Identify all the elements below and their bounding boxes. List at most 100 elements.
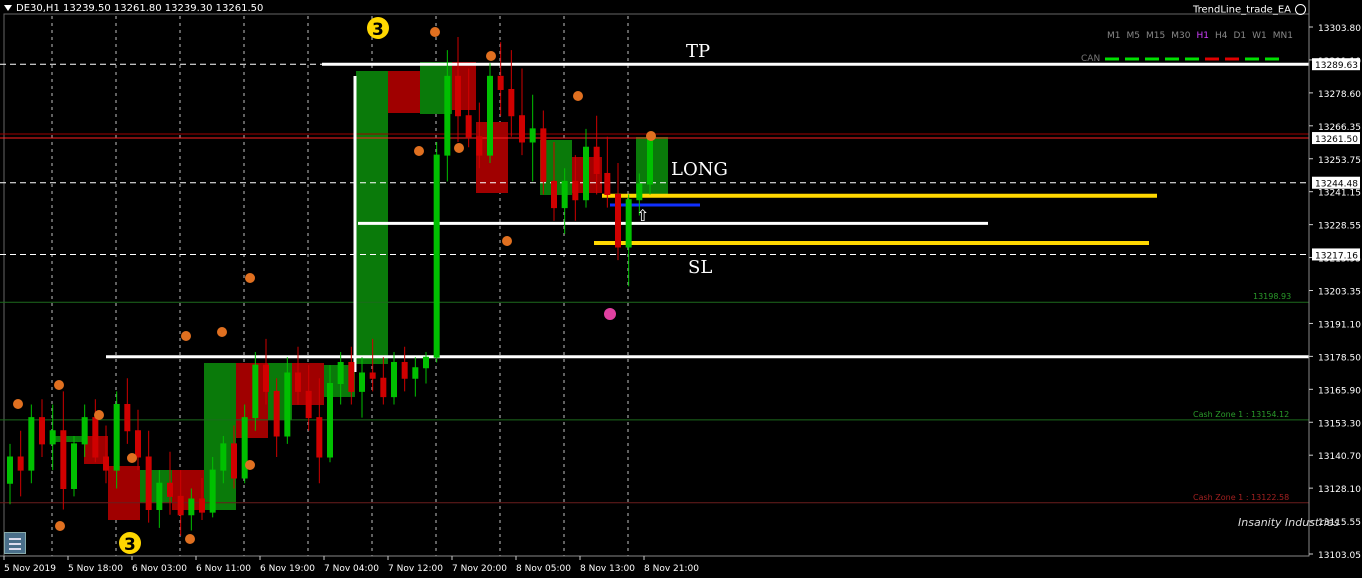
candle-body	[391, 361, 397, 398]
zone-198-label: 13198.93	[1253, 292, 1291, 301]
candle-body	[220, 443, 227, 471]
calculator-icon[interactable]	[4, 532, 26, 554]
candle-body	[28, 417, 35, 471]
candle-body	[444, 75, 451, 156]
sl-label: SL	[688, 257, 712, 278]
fractal-marker	[414, 146, 424, 156]
time-label: 7 Nov 20:00	[452, 564, 507, 574]
timeframe-m1[interactable]: M1	[1107, 31, 1121, 41]
candle-body	[401, 361, 408, 379]
smiley-icon	[1295, 4, 1306, 15]
candle-body	[263, 364, 269, 392]
timeframe-m30[interactable]: M30	[1171, 31, 1190, 41]
insanity-industries-logo: Insanity Industries	[1238, 516, 1340, 529]
ea-name[interactable]: TrendLine_trade_EA	[1193, 4, 1306, 16]
candle-body	[519, 115, 525, 143]
candle-body	[327, 382, 333, 458]
cash-zone-green-label: Cash Zone 1 : 13154.12	[1193, 410, 1289, 419]
fractal-marker	[454, 143, 464, 153]
candle-body	[529, 128, 536, 143]
time-label: 8 Nov 13:00	[580, 564, 635, 574]
long-label: LONG	[671, 159, 728, 180]
symbol-info: DE30,H1 13239.50 13261.80 13239.30 13261…	[16, 3, 264, 14]
fractal-marker	[94, 410, 104, 420]
candle-body	[305, 390, 312, 419]
candle-body	[348, 361, 355, 392]
price-highlight: 13244.48	[1315, 180, 1358, 190]
zone-block	[356, 71, 388, 364]
candle-body	[145, 456, 152, 511]
time-label: 8 Nov 21:00	[644, 564, 699, 574]
dropdown-triangle-icon[interactable]	[4, 5, 12, 11]
symbol-header[interactable]: DE30,H1 13239.50 13261.80 13239.30 13261…	[4, 3, 263, 14]
timeframe-switcher: M1 M5 M15 M30 H1 H4 D1 W1 MN1	[1107, 31, 1299, 41]
candle-body	[647, 138, 653, 185]
zone-block	[108, 466, 140, 520]
candle-body	[593, 146, 600, 174]
zone-block	[204, 363, 236, 510]
candle-body	[231, 443, 237, 479]
time-label: 5 Nov 18:00	[68, 564, 123, 574]
timeframe-m5[interactable]: M5	[1127, 31, 1141, 41]
price-highlight: 13261.50	[1315, 135, 1358, 145]
candle-body	[465, 115, 472, 138]
candle-body	[92, 417, 99, 458]
time-label: 5 Nov 2019	[4, 564, 56, 574]
candles	[7, 36, 653, 536]
time-label: 6 Nov 11:00	[196, 564, 251, 574]
fractal-marker	[486, 51, 496, 61]
candle-body	[476, 136, 483, 156]
price-label: 13266.35	[1318, 123, 1361, 133]
candle-body	[71, 443, 77, 490]
price-label: 13103.05	[1318, 551, 1361, 561]
fractal-marker	[55, 521, 65, 531]
candle-body	[39, 417, 45, 445]
price-axis: 13303.8013291.1013278.6013266.3513253.75…	[1308, 0, 1361, 561]
price-chart[interactable]: TP LONG SL 3 3 ⇧ 13198.93 Cash Zone 1 : …	[0, 0, 1362, 578]
wave-bottom-number: 3	[124, 535, 136, 555]
price-label: 13140.70	[1318, 452, 1361, 462]
fractal-marker	[573, 91, 583, 101]
candle-body	[487, 75, 493, 156]
fractal-marker	[185, 534, 195, 544]
fractal-marker	[430, 27, 440, 37]
timeframe-m15[interactable]: M15	[1146, 31, 1165, 41]
timeframe-d1[interactable]: D1	[1233, 31, 1246, 41]
can-label: CAN	[1081, 54, 1101, 64]
candle-body	[124, 403, 131, 432]
candle-body	[273, 390, 280, 437]
candle-body	[615, 193, 621, 248]
timeframe-w1[interactable]: W1	[1252, 31, 1267, 41]
horizontal-levels	[0, 57, 1309, 504]
candle-body	[177, 495, 184, 516]
price-label: 13191.10	[1318, 320, 1361, 330]
time-label: 6 Nov 03:00	[132, 564, 187, 574]
candle-body	[337, 361, 344, 384]
candle-body	[156, 482, 163, 511]
timeframe-h1[interactable]: H1	[1196, 31, 1209, 41]
candle-body	[551, 180, 557, 209]
price-label: 13303.80	[1318, 24, 1361, 34]
timeframe-mn1[interactable]: MN1	[1273, 31, 1293, 41]
price-highlight: 13217.16	[1315, 251, 1358, 261]
zone-block	[388, 71, 420, 113]
price-label: 13278.60	[1318, 90, 1361, 100]
candle-body	[625, 199, 632, 248]
fractal-marker	[604, 308, 616, 320]
price-label: 13253.75	[1318, 156, 1361, 166]
timeframe-h4[interactable]: H4	[1215, 31, 1228, 41]
annotations: TP LONG SL 3 3 ⇧ 13198.93 Cash Zone 1 : …	[119, 17, 1291, 555]
candle-body	[284, 372, 291, 437]
time-label: 6 Nov 19:00	[260, 564, 315, 574]
ea-name-label: TrendLine_trade_EA	[1192, 4, 1291, 16]
candle-body	[49, 430, 56, 445]
fractal-marker	[13, 399, 23, 409]
candle-body	[369, 372, 376, 379]
price-highlight: 13289.63	[1315, 61, 1358, 71]
candle-body	[508, 88, 515, 117]
time-label: 7 Nov 12:00	[388, 564, 443, 574]
fractal-marker	[245, 273, 255, 283]
candle-body	[103, 456, 109, 471]
tp-label: TP	[686, 41, 710, 62]
fractal-marker	[245, 460, 255, 470]
